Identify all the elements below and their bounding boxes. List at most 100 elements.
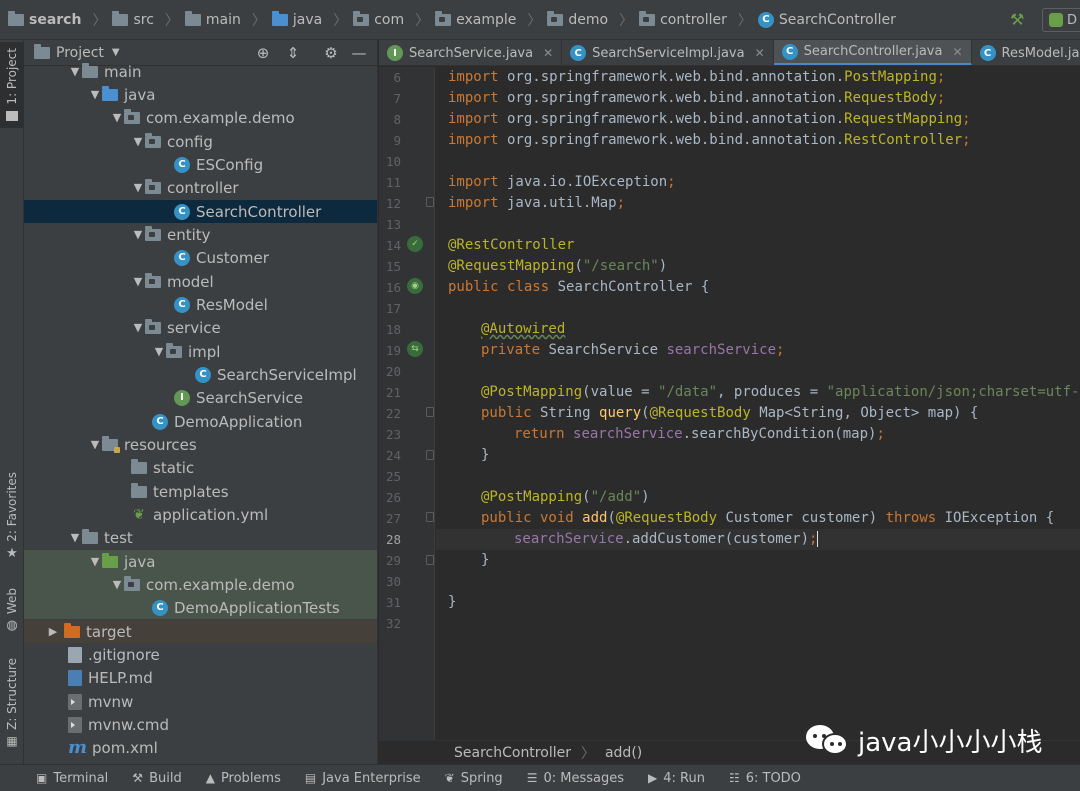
breadcrumb-controller[interactable]: controller 〉 <box>639 10 758 30</box>
java-enterprise-tool[interactable]: ▤ Java Enterprise <box>305 771 421 786</box>
problems-tool[interactable]: ▲ Problems <box>206 771 281 786</box>
run-configuration-selector[interactable]: D <box>1042 8 1080 32</box>
expanded-arrow-icon[interactable]: ▼ <box>131 321 145 334</box>
tree-node-esconfig[interactable]: C ESConfig <box>24 153 377 176</box>
fold-marker-icon[interactable] <box>426 555 434 565</box>
markdown-file-icon <box>68 669 82 686</box>
spring-bean-gutter-icon[interactable]: ◉ <box>407 278 423 294</box>
fold-marker-icon[interactable] <box>426 197 434 207</box>
expanded-arrow-icon[interactable]: ▼ <box>131 228 145 241</box>
collapsed-arrow-icon[interactable]: ▶ <box>46 625 60 638</box>
tab-resmodel[interactable]: CResModel.java <box>972 40 1080 65</box>
tab-searchservice[interactable]: I SearchService.java ✕ <box>379 40 563 65</box>
tree-node-resources[interactable]: ▼ resources <box>24 433 377 456</box>
expanded-arrow-icon[interactable]: ▼ <box>88 438 102 451</box>
tree-node-demoapplicationtests[interactable]: C DemoApplicationTests <box>24 596 377 620</box>
build-hammer-icon[interactable]: ⚒ <box>1010 10 1028 29</box>
line-number: 23 <box>385 427 401 442</box>
structure-tool-tab[interactable]: Z: Structure ▦ <box>0 658 24 754</box>
package-icon <box>166 342 182 358</box>
java-enterprise-icon: ▤ <box>304 771 317 785</box>
tab-searchserviceimpl[interactable]: C SearchServiceImpl.java ✕ <box>562 40 774 65</box>
tree-node-templates[interactable]: templates <box>24 480 377 503</box>
breadcrumb-java[interactable]: java 〉 <box>271 10 353 30</box>
expanded-arrow-icon[interactable]: ▼ <box>131 275 145 288</box>
tree-node-pom-xml[interactable]: m pom.xml <box>24 736 377 759</box>
tree-node-help-md[interactable]: HELP.md <box>24 666 377 689</box>
tree-node-test[interactable]: ▼ test <box>24 526 377 549</box>
spring-bean-gutter-icon[interactable]: ✓ <box>407 236 423 252</box>
code-line-7: import org.springframework.web.bind.anno… <box>448 90 946 106</box>
tree-node-main[interactable]: ▼ main <box>24 60 377 83</box>
tree-node-package[interactable]: ▼ com.example.demo <box>24 106 377 129</box>
fold-marker-icon[interactable] <box>426 407 434 417</box>
project-tool-tab[interactable]: 1: Project <box>0 42 24 128</box>
web-tool-tab[interactable]: Web ◍ <box>0 588 24 640</box>
spring-tool[interactable]: ❦ Spring <box>445 771 503 786</box>
expanded-arrow-icon[interactable]: ▼ <box>88 88 102 101</box>
close-icon[interactable]: ✕ <box>755 46 765 60</box>
expanded-arrow-icon[interactable]: ▼ <box>88 555 102 568</box>
tree-node-static[interactable]: static <box>24 456 377 479</box>
package-icon <box>145 178 161 194</box>
todo-tool[interactable]: ☷ 6: TODO <box>729 771 801 786</box>
autowired-gutter-icon[interactable]: ⇆ <box>407 341 423 357</box>
class-icon: C <box>195 366 211 383</box>
fold-marker-icon[interactable] <box>426 512 434 522</box>
tree-node-test-java[interactable]: ▼ java <box>24 550 377 574</box>
chevron-right-icon: 〉 <box>619 12 634 29</box>
tree-node-config[interactable]: ▼ config <box>24 130 377 153</box>
build-tool[interactable]: ⚒ Build <box>132 771 181 786</box>
breadcrumb-src[interactable]: src 〉 <box>112 10 184 30</box>
tree-node-demoapplication[interactable]: C DemoApplication <box>24 410 377 433</box>
tree-node-model[interactable]: ▼ model <box>24 270 377 293</box>
code-editor[interactable]: import org.springframework.web.bind.anno… <box>436 67 1080 740</box>
breadcrumb-main[interactable]: main 〉 <box>184 10 272 30</box>
line-number: 20 <box>385 364 401 379</box>
favorites-tool-tab[interactable]: 2: Favorites ★ <box>0 472 24 568</box>
messages-tool[interactable]: ☰ 0: Messages <box>527 771 624 786</box>
breadcrumb-searchcontroller[interactable]: C SearchController <box>757 11 896 28</box>
expanded-arrow-icon[interactable]: ▼ <box>68 531 82 544</box>
expanded-arrow-icon[interactable]: ▼ <box>152 345 166 358</box>
tab-searchcontroller[interactable]: C SearchController.java ✕ <box>773 40 972 65</box>
terminal-tool[interactable]: ▣ Terminal <box>36 771 108 786</box>
tree-node-target[interactable]: ▶ target <box>24 620 377 644</box>
breadcrumb-search[interactable]: search 〉 <box>8 10 112 30</box>
tree-node-searchservice[interactable]: I SearchService <box>24 386 377 409</box>
breadcrumb-class[interactable]: SearchController <box>454 745 571 761</box>
tree-node-mvnw-cmd[interactable]: mvnw.cmd <box>24 713 377 736</box>
close-icon[interactable]: ✕ <box>952 45 962 59</box>
chevron-down-icon[interactable]: ▼ <box>112 47 120 58</box>
tree-node-resmodel[interactable]: C ResModel <box>24 293 377 316</box>
breadcrumb-demo[interactable]: demo 〉 <box>547 10 639 30</box>
breadcrumb-method[interactable]: add() <box>605 745 642 761</box>
expanded-arrow-icon[interactable]: ▼ <box>131 135 145 148</box>
close-icon[interactable]: ✕ <box>543 46 553 60</box>
tree-node-service[interactable]: ▼ service <box>24 316 377 339</box>
tree-node-gitignore[interactable]: .gitignore <box>24 643 377 666</box>
breadcrumb-example[interactable]: example 〉 <box>435 10 547 30</box>
tree-node-searchserviceimpl[interactable]: C SearchServiceImpl <box>24 363 377 386</box>
tree-node-java[interactable]: ▼ java <box>24 83 377 106</box>
tree-node-impl[interactable]: ▼ impl <box>24 340 377 363</box>
package-icon <box>145 225 161 241</box>
project-view-selector[interactable]: Project <box>56 45 104 61</box>
expanded-arrow-icon[interactable]: ▼ <box>110 578 124 591</box>
fold-marker-icon[interactable] <box>426 450 434 460</box>
tree-node-application-yml[interactable]: ❦ application.yml <box>24 503 377 526</box>
line-number: 27 <box>385 511 401 526</box>
expanded-arrow-icon[interactable]: ▼ <box>68 65 82 78</box>
run-tool[interactable]: ▶ 4: Run <box>648 771 705 786</box>
tree-node-test-package[interactable]: ▼ com.example.demo <box>24 573 377 597</box>
tree-node-searchcontroller[interactable]: C SearchController <box>24 200 377 224</box>
excluded-folder-icon <box>64 622 80 638</box>
tree-node-entity[interactable]: ▼ entity <box>24 223 377 246</box>
tree-node-mvnw[interactable]: mvnw <box>24 690 377 713</box>
tree-node-controller[interactable]: ▼ controller <box>24 176 377 199</box>
expanded-arrow-icon[interactable]: ▼ <box>110 111 124 124</box>
expanded-arrow-icon[interactable]: ▼ <box>131 181 145 194</box>
line-number: 19 <box>385 343 401 358</box>
tree-node-customer[interactable]: C Customer <box>24 246 377 269</box>
breadcrumb-com[interactable]: com 〉 <box>353 10 435 30</box>
